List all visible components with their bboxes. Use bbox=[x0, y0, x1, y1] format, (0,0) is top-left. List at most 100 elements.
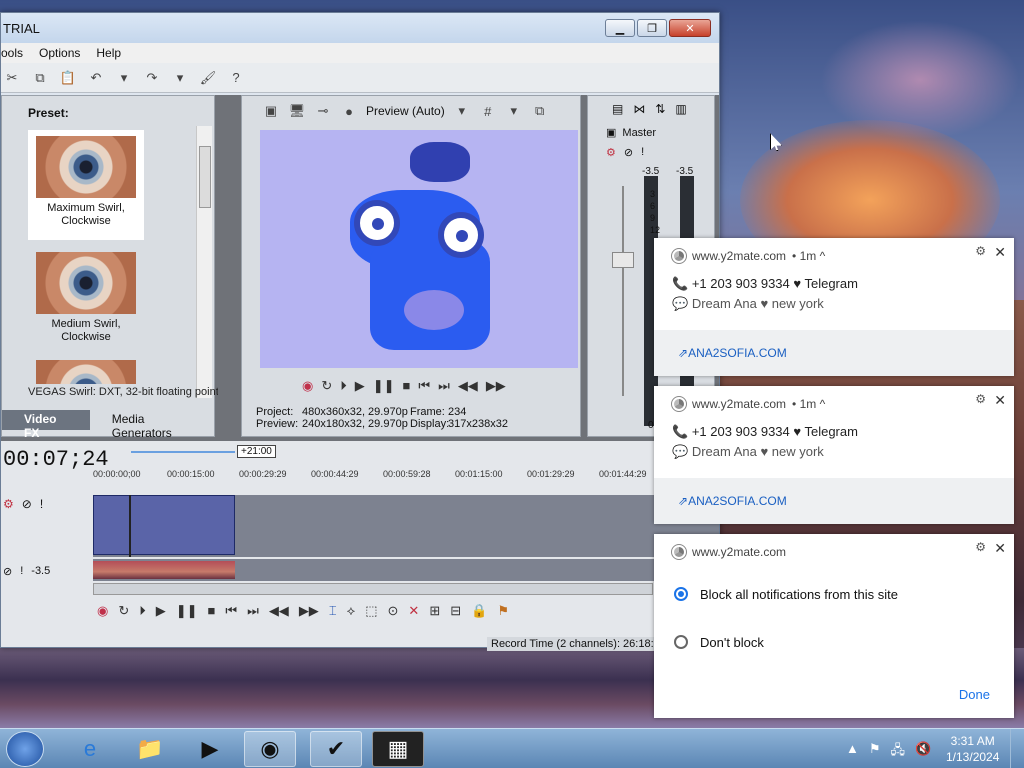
dont-block-option[interactable]: Don't block bbox=[654, 618, 1014, 666]
master-fader[interactable] bbox=[612, 252, 634, 268]
preset-scrollbar[interactable] bbox=[196, 126, 212, 398]
restore-button[interactable]: ❐ bbox=[637, 19, 667, 37]
play-from-start-icon[interactable]: ⏵ bbox=[139, 603, 146, 619]
copy-snapshot-icon[interactable]: ⧉ bbox=[531, 102, 549, 120]
preview-properties-icon[interactable]: ▣ bbox=[262, 102, 280, 120]
marker-icon[interactable]: ⚑ bbox=[497, 603, 509, 619]
fx-icon[interactable]: ⚙ bbox=[606, 146, 616, 159]
gear-icon[interactable]: ⚙ bbox=[975, 540, 986, 554]
preset-item[interactable]: Medium Swirl, Clockwise bbox=[28, 246, 144, 346]
record-icon[interactable]: ◉ bbox=[97, 603, 108, 619]
stop-icon[interactable]: ■ bbox=[403, 378, 411, 394]
stop-icon[interactable]: ■ bbox=[208, 603, 216, 619]
go-to-end-icon[interactable]: ⏭ bbox=[247, 603, 259, 619]
dim-icon[interactable]: ⇅ bbox=[655, 102, 665, 116]
split-icon[interactable]: ⊟ bbox=[450, 603, 461, 619]
menu-help[interactable]: Help bbox=[96, 46, 121, 60]
play-icon[interactable]: ▶ bbox=[156, 603, 166, 619]
pause-icon[interactable]: ❚❚ bbox=[373, 378, 395, 394]
start-button[interactable] bbox=[6, 731, 44, 767]
preset-item[interactable]: Maximum Swirl, Clockwise bbox=[28, 130, 144, 240]
meter-icon[interactable]: ▥ bbox=[675, 102, 686, 116]
minimize-button[interactable]: ▁ bbox=[605, 19, 635, 37]
lock-icon[interactable]: 🔒 bbox=[471, 603, 487, 619]
zoom-tool-icon[interactable]: ⊙ bbox=[388, 603, 399, 619]
selection-tool-icon[interactable]: ⬚ bbox=[365, 603, 377, 619]
chevron-down-icon[interactable]: ▾ bbox=[453, 102, 471, 120]
go-to-start-icon[interactable]: ⏮ bbox=[225, 603, 237, 619]
properties-icon[interactable]: 🖌 bbox=[199, 69, 217, 87]
solo-icon[interactable]: ! bbox=[641, 146, 644, 159]
pause-icon[interactable]: ❚❚ bbox=[176, 603, 198, 619]
tab-media-generators[interactable]: Media Generators bbox=[90, 410, 216, 440]
play-icon[interactable]: ▶ bbox=[355, 378, 365, 394]
loop-marker[interactable]: +21:00 bbox=[237, 445, 276, 458]
downmix-icon[interactable]: ⋈ bbox=[633, 102, 645, 116]
notification-action[interactable]: ⇗ ANA2SOFIA.COM bbox=[654, 478, 1014, 524]
next-frame-icon[interactable]: ▶▶ bbox=[299, 603, 319, 619]
notification-action[interactable]: ⇗ ANA2SOFIA.COM bbox=[654, 330, 1014, 376]
track-mute-icon[interactable]: ⊘ bbox=[22, 497, 32, 511]
chrome-taskbar-icon[interactable]: ◉ bbox=[244, 731, 296, 767]
video-clip[interactable] bbox=[93, 495, 235, 555]
menu-tools[interactable]: ools bbox=[1, 46, 23, 60]
close-icon[interactable]: ✕ bbox=[994, 244, 1006, 261]
copy-icon[interactable]: ⧉ bbox=[31, 69, 49, 87]
gear-icon[interactable]: ⚙ bbox=[975, 392, 986, 406]
next-frame-icon[interactable]: ▶▶ bbox=[486, 378, 506, 394]
clock[interactable]: 3:31 AM 1/13/2024 bbox=[946, 733, 999, 765]
undo-icon[interactable]: ↶ bbox=[87, 69, 105, 87]
go-to-end-icon[interactable]: ⏭ bbox=[438, 378, 450, 394]
loop-icon[interactable]: ↻ bbox=[321, 378, 332, 394]
title-bar[interactable]: TRIAL ▁ ❐ ✕ bbox=[1, 13, 719, 43]
mixer-icon[interactable]: ▤ bbox=[612, 102, 623, 116]
menu-options[interactable]: Options bbox=[39, 46, 80, 60]
radio-selected-icon[interactable] bbox=[674, 587, 688, 601]
trim-icon[interactable]: ⊞ bbox=[429, 603, 440, 619]
close-icon[interactable]: ✕ bbox=[994, 540, 1006, 557]
cut-icon[interactable]: ✂ bbox=[3, 69, 21, 87]
grid-icon[interactable]: # bbox=[479, 102, 497, 120]
scrollbar-thumb[interactable] bbox=[199, 146, 211, 208]
play-from-start-icon[interactable]: ⏵ bbox=[340, 378, 347, 394]
whats-this-icon[interactable]: ? bbox=[227, 69, 245, 87]
video-track[interactable] bbox=[93, 495, 719, 557]
undo-dropdown-icon[interactable]: ▾ bbox=[115, 69, 133, 87]
vegas-taskbar-icon[interactable]: ▦ bbox=[372, 731, 424, 767]
redo-dropdown-icon[interactable]: ▾ bbox=[171, 69, 189, 87]
close-button[interactable]: ✕ bbox=[669, 19, 711, 37]
audio-solo-icon[interactable]: ! bbox=[20, 565, 23, 578]
loop-icon[interactable]: ↻ bbox=[118, 603, 129, 619]
action-center-icon[interactable]: ⚑ bbox=[869, 741, 881, 763]
media-player-icon[interactable]: ▶ bbox=[184, 731, 236, 767]
go-to-start-icon[interactable]: ⏮ bbox=[418, 378, 430, 394]
notification-age[interactable]: • 1m ^ bbox=[792, 397, 825, 411]
record-icon[interactable]: ◉ bbox=[302, 378, 313, 394]
delete-icon[interactable]: ✕ bbox=[408, 603, 419, 619]
block-all-option[interactable]: Block all notifications from this site bbox=[654, 570, 1014, 618]
app-taskbar-icon[interactable]: ✔ bbox=[310, 731, 362, 767]
external-monitor-icon[interactable]: 🖥 bbox=[288, 102, 306, 120]
redo-icon[interactable]: ↷ bbox=[143, 69, 161, 87]
loop-region[interactable] bbox=[131, 451, 235, 453]
radio-unselected-icon[interactable] bbox=[674, 635, 688, 649]
gear-icon[interactable]: ⚙ bbox=[975, 244, 986, 258]
show-desktop-button[interactable] bbox=[1010, 729, 1024, 768]
preset-item[interactable] bbox=[28, 354, 144, 384]
timeline-scrollbar[interactable] bbox=[93, 583, 653, 595]
notification-age[interactable]: • 1m ^ bbox=[792, 249, 825, 263]
show-hidden-icons[interactable]: ▲ bbox=[846, 741, 859, 763]
envelope-tool-icon[interactable]: ⟡ bbox=[347, 603, 356, 619]
playhead[interactable] bbox=[129, 495, 131, 557]
track-fx-icon[interactable]: ⚙ bbox=[3, 497, 14, 511]
internet-explorer-icon[interactable]: e bbox=[64, 731, 116, 767]
mute-icon[interactable]: ⊘ bbox=[624, 146, 633, 159]
split-screen-icon[interactable]: ⊸ bbox=[314, 102, 332, 120]
network-icon[interactable]: 🖧 bbox=[891, 741, 906, 763]
web-notification[interactable]: www.y2mate.com • 1m ^ ⚙ ✕ 📞 +1 203 903 9… bbox=[654, 386, 1014, 524]
prev-frame-icon[interactable]: ◀◀ bbox=[269, 603, 289, 619]
track-solo-icon[interactable]: ! bbox=[40, 497, 43, 511]
chevron-down-icon[interactable]: ▾ bbox=[505, 102, 523, 120]
preview-quality-dropdown[interactable]: Preview (Auto) bbox=[366, 104, 445, 118]
file-explorer-icon[interactable]: 📁 bbox=[124, 731, 176, 767]
